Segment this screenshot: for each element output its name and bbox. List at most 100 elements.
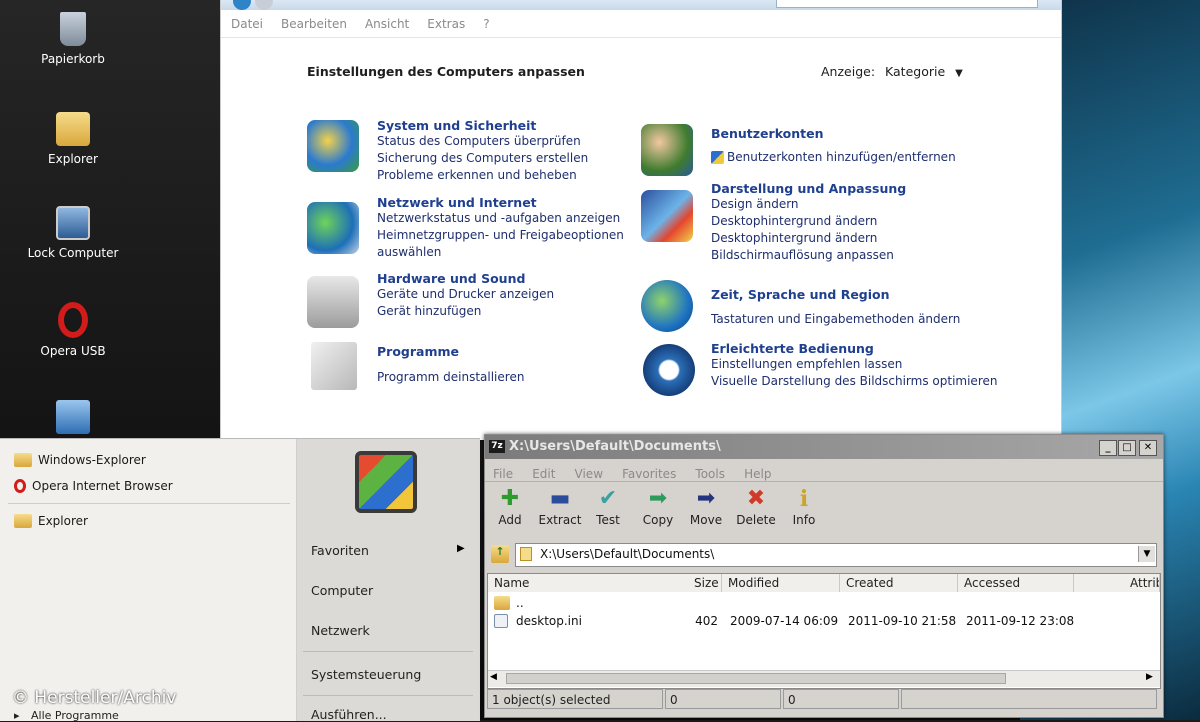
column-header-modified[interactable]: Modified (722, 574, 840, 592)
menu-file[interactable]: File (493, 467, 513, 481)
toolbar-copy-button[interactable]: ➡ Copy (635, 485, 681, 527)
menu-tools[interactable]: Tools (695, 467, 725, 481)
view-value[interactable]: Kategorie (885, 64, 945, 79)
recycle-bin-icon (60, 12, 86, 46)
menu-view[interactable]: Ansicht (365, 12, 409, 36)
toolbar-info-button[interactable]: i Info (781, 485, 827, 527)
minimize-button[interactable]: _ (1099, 440, 1117, 456)
table-row[interactable]: .. (488, 594, 1160, 612)
back-button[interactable] (233, 0, 251, 10)
category-link[interactable]: Benutzerkonten hinzufügen/entfernen (727, 149, 956, 166)
close-button[interactable]: ✕ (1139, 440, 1157, 456)
category-link-row[interactable]: Benutzerkonten hinzufügen/entfernen (711, 149, 956, 166)
toolbar-move-button[interactable]: ➡ Move (683, 485, 729, 527)
user-picture[interactable] (355, 451, 417, 513)
scrollbar-thumb[interactable] (506, 673, 1006, 684)
start-place-control-panel[interactable]: Systemsteuerung (311, 667, 421, 682)
toolbar-delete-button[interactable]: ✖ Delete (733, 485, 779, 527)
scroll-left-icon[interactable]: ◀ (490, 672, 497, 682)
category-link[interactable]: Sicherung des Computers erstellen (377, 150, 588, 167)
category-link[interactable]: Gerät hinzufügen (377, 303, 554, 320)
category-link[interactable]: Probleme erkennen und beheben (377, 167, 588, 184)
network-globe-icon (307, 202, 359, 254)
status-empty (901, 689, 1157, 709)
category-link[interactable]: Desktophintergrund ändern (711, 213, 906, 230)
printer-speaker-icon (307, 276, 359, 328)
category-title[interactable]: Darstellung und Anpassung (711, 181, 906, 196)
chevron-down-icon[interactable]: ▼ (1138, 546, 1155, 562)
column-header-name[interactable]: Name (488, 574, 712, 592)
start-place-computer[interactable]: Computer (311, 583, 373, 598)
toolbar-test-button[interactable]: ✔ Test (585, 485, 631, 527)
start-place-label: Systemsteuerung (311, 667, 422, 682)
table-row[interactable]: desktop.ini 402 2009-07-14 06:09 2011-09… (488, 612, 1160, 630)
menu-file[interactable]: Datei (231, 12, 263, 36)
category-link[interactable]: Netzwerkstatus und -aufgaben anzeigen (377, 210, 624, 227)
up-folder-icon[interactable]: ↑ (491, 545, 509, 563)
menu-edit[interactable]: Bearbeiten (281, 12, 347, 36)
category-link[interactable]: Status des Computers überprüfen (377, 133, 588, 150)
start-menu: Windows-Explorer Opera Internet Browser … (0, 438, 480, 722)
category-title[interactable]: Zeit, Sprache und Region (711, 287, 960, 302)
category-link[interactable]: Design ändern (711, 196, 906, 213)
start-item-windows-explorer[interactable]: Windows-Explorer (14, 453, 146, 467)
category-title[interactable]: Erleichterte Bedienung (711, 341, 997, 356)
start-item-opera[interactable]: Opera Internet Browser (14, 479, 173, 493)
category-title[interactable]: Programme (377, 344, 524, 359)
category-link[interactable]: Heimnetzgruppen- und Freigabeoptionen (377, 227, 624, 244)
desktop-icon-label: Lock Computer (27, 246, 119, 260)
sevenzip-titlebar[interactable]: 7z X:\Users\Default\Documents\ _ □ ✕ (485, 435, 1163, 459)
menu-help[interactable]: Help (744, 467, 771, 481)
start-menu-programs: Windows-Explorer Opera Internet Browser … (0, 439, 297, 722)
menu-favorites[interactable]: Favorites (622, 467, 676, 481)
category-title[interactable]: Benutzerkonten (711, 126, 956, 141)
desktop-icon-lock-computer[interactable]: Lock Computer (18, 206, 128, 260)
cell-size: 402 (695, 614, 718, 628)
toolbar-extract-button[interactable]: ▬ Extract (537, 485, 583, 527)
column-header-accessed[interactable]: Accessed (958, 574, 1074, 592)
menu-help[interactable]: ? (483, 12, 489, 36)
copy-arrow-icon: ➡ (648, 486, 668, 511)
column-header-created[interactable]: Created (840, 574, 958, 592)
menu-extras[interactable]: Extras (427, 12, 465, 36)
menu-edit[interactable]: Edit (532, 467, 555, 481)
category-link[interactable]: Bildschirmauflösung anpassen (711, 247, 906, 264)
search-input[interactable] (776, 0, 1038, 8)
toolbar-add-button[interactable]: ✚ Add (487, 485, 533, 527)
desktop-icon-explorer[interactable]: Explorer (18, 112, 128, 166)
cell-created: 2011-09-10 21:58 (848, 614, 957, 628)
category-link[interactable]: Tastaturen und Eingabemethoden ändern (711, 311, 960, 328)
category-link[interactable]: Visuelle Darstellung des Bildschirms opt… (711, 373, 997, 390)
category-title[interactable]: Hardware und Sound (377, 271, 554, 286)
scroll-right-icon[interactable]: ▶ (1146, 672, 1153, 682)
view-selector[interactable]: Anzeige: Kategorie ▼ (821, 64, 963, 79)
column-header-attrib[interactable]: Attrib (1074, 574, 1160, 592)
category-link[interactable]: Einstellungen empfehlen lassen (711, 356, 997, 373)
all-programs-button[interactable]: ▸ Alle Programme (14, 709, 119, 722)
start-place-network[interactable]: Netzwerk (311, 623, 370, 638)
address-bar[interactable]: X:\Users\Default\Documents\ ▼ (515, 543, 1157, 567)
desktop-icon-opera-usb[interactable]: Opera USB (18, 302, 128, 358)
category-title[interactable]: System und Sicherheit (377, 118, 588, 133)
category-link[interactable]: auswählen (377, 244, 624, 261)
programs-disc-icon (311, 342, 357, 390)
forward-button[interactable] (255, 0, 273, 10)
start-item-label: Explorer (38, 514, 88, 528)
category-link[interactable]: Geräte und Drucker anzeigen (377, 286, 554, 303)
control-panel-window: Datei Bearbeiten Ansicht Extras ? Einste… (220, 0, 1062, 440)
column-header-size[interactable]: Size (688, 574, 722, 592)
category-title[interactable]: Netzwerk und Internet (377, 195, 624, 210)
category-link[interactable]: Desktophintergrund ändern (711, 230, 906, 247)
maximize-button[interactable]: □ (1118, 440, 1136, 456)
folder-shortcut-icon (56, 112, 90, 146)
menu-view[interactable]: View (575, 467, 603, 481)
desktop-icon-partial[interactable] (56, 400, 90, 434)
category-appearance: Darstellung und Anpassung Design ändern … (711, 181, 906, 264)
desktop-icon-recycle-bin[interactable]: Papierkorb (18, 12, 128, 66)
start-place-favorites[interactable]: Favoriten (311, 543, 369, 558)
toolbar-label: Move (689, 513, 723, 527)
start-item-explorer[interactable]: Explorer (14, 514, 88, 528)
category-link[interactable]: Programm deinstallieren (377, 369, 524, 386)
horizontal-scrollbar[interactable]: ◀ ▶ (488, 670, 1160, 687)
chevron-down-icon[interactable]: ▼ (955, 68, 963, 79)
